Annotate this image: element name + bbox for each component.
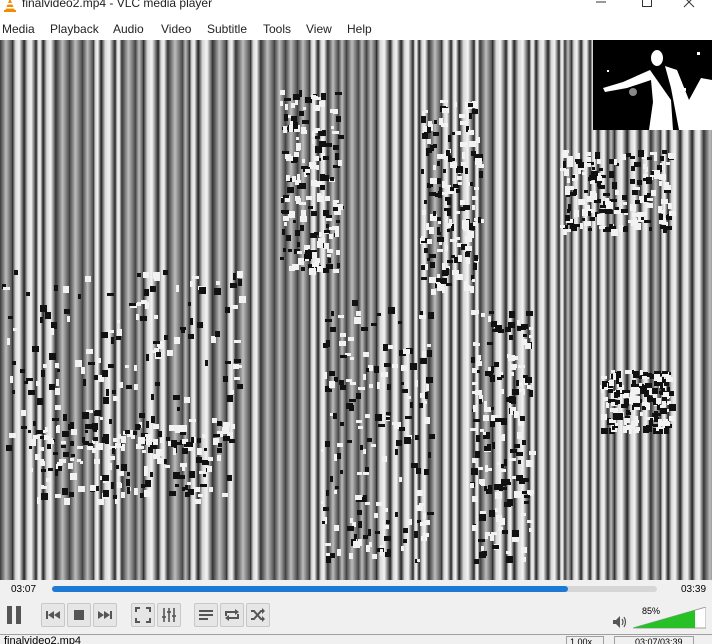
status-time: 03:07/03:39 bbox=[614, 636, 694, 644]
minimize-button[interactable] bbox=[578, 0, 624, 16]
menu-video[interactable]: Video bbox=[161, 22, 191, 36]
total-time: 03:39 bbox=[681, 584, 707, 595]
seek-row: 03:07 03:39 bbox=[0, 580, 712, 598]
stop-button[interactable] bbox=[67, 603, 91, 627]
menu-subtitle[interactable]: Subtitle bbox=[207, 22, 247, 36]
previous-button[interactable] bbox=[41, 603, 65, 627]
playlist-icon bbox=[199, 610, 213, 620]
menu-view[interactable]: View bbox=[306, 22, 332, 36]
next-icon bbox=[98, 611, 112, 619]
menu-bar: Media Playback Audio Video Subtitle Tool… bbox=[0, 16, 712, 40]
loop-icon bbox=[225, 609, 239, 621]
menu-tools[interactable]: Tools bbox=[263, 22, 291, 36]
seek-progress bbox=[52, 586, 569, 592]
menu-playback[interactable]: Playback bbox=[50, 22, 99, 36]
dancer-silhouette-image bbox=[593, 40, 712, 130]
pause-button[interactable] bbox=[2, 602, 26, 628]
status-bar: finalvideo2.mp4 1.00x 03:07/03:39 bbox=[0, 634, 712, 644]
close-button[interactable] bbox=[666, 0, 712, 16]
next-button[interactable] bbox=[93, 603, 117, 627]
close-icon bbox=[683, 0, 695, 8]
seek-slider[interactable] bbox=[52, 586, 657, 592]
loop-button[interactable] bbox=[220, 603, 244, 627]
extended-settings-icon bbox=[162, 608, 176, 622]
title-bar: finalvideo2.mp4 - VLC media player bbox=[0, 0, 712, 16]
stop-icon bbox=[74, 610, 84, 620]
window-title: finalvideo2.mp4 - VLC media player bbox=[22, 0, 213, 10]
menu-help[interactable]: Help bbox=[347, 22, 372, 36]
pause-icon bbox=[7, 606, 21, 624]
shuffle-button[interactable] bbox=[246, 603, 270, 627]
vlc-cone-icon bbox=[4, 0, 16, 12]
previous-icon bbox=[46, 611, 60, 619]
menu-media[interactable]: Media bbox=[2, 22, 35, 36]
video-display[interactable] bbox=[0, 40, 712, 580]
playback-speed[interactable]: 1.00x bbox=[566, 636, 604, 644]
elapsed-time: 03:07 bbox=[11, 584, 37, 595]
maximize-button[interactable] bbox=[624, 0, 670, 16]
fullscreen-button[interactable] bbox=[131, 603, 155, 627]
volume-slider[interactable] bbox=[633, 607, 706, 629]
status-filename: finalvideo2.mp4 bbox=[4, 635, 82, 644]
minimize-icon bbox=[596, 1, 606, 3]
volume-icon[interactable] bbox=[612, 614, 628, 630]
fullscreen-icon bbox=[135, 607, 151, 623]
menu-audio[interactable]: Audio bbox=[113, 22, 144, 36]
picture-in-picture-overlay bbox=[593, 40, 712, 130]
shuffle-icon bbox=[251, 608, 265, 622]
playlist-button[interactable] bbox=[194, 603, 218, 627]
extended-settings-button[interactable] bbox=[157, 603, 181, 627]
maximize-icon bbox=[642, 0, 652, 7]
